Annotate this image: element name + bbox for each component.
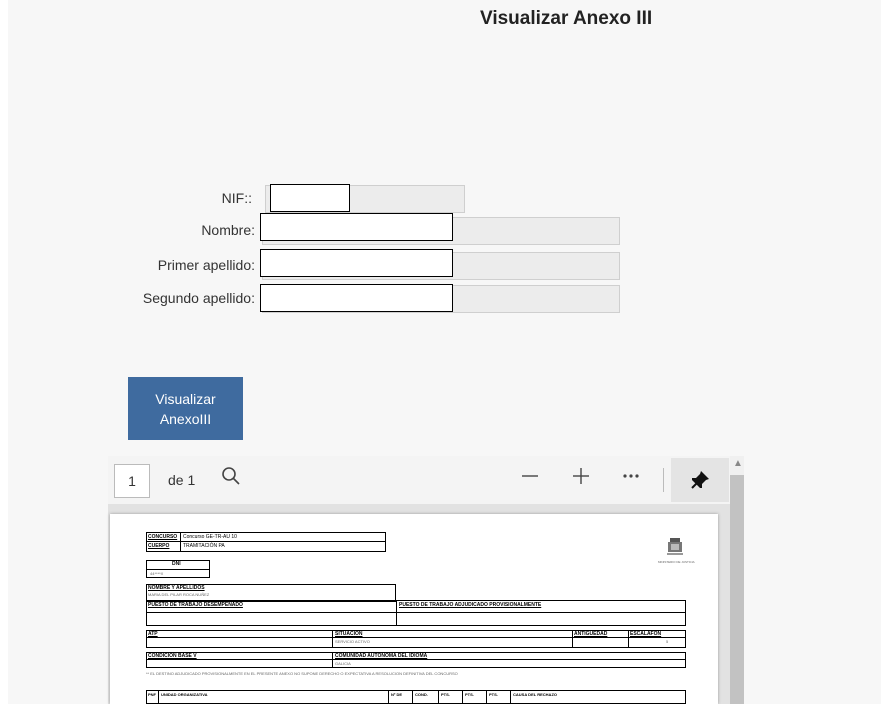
divider — [146, 659, 686, 660]
page-number-input[interactable]: 1 — [114, 464, 150, 498]
divider — [628, 630, 629, 648]
toolbar-separator — [663, 468, 664, 492]
nota-text: ** EL DESTINO ADJUDICADO PROVISIONALMENT… — [146, 671, 458, 676]
table-header-cell: PTS. — [441, 692, 450, 697]
dni-label: DNI — [172, 561, 181, 567]
primer-apellido-field[interactable] — [260, 249, 453, 277]
coat-of-arms-logo — [665, 536, 685, 563]
table-header-cell: COND. — [415, 692, 428, 697]
table-header-cell: PTS. — [465, 692, 474, 697]
divider — [146, 612, 686, 613]
concurso-box — [146, 532, 386, 552]
divider — [438, 690, 439, 704]
dni-value: 44****X — [150, 571, 164, 576]
puesto-desempenado-label: PUESTO DE TRABAJO DESEMPEÑADO — [148, 602, 243, 608]
divider — [146, 569, 210, 570]
search-icon[interactable] — [221, 466, 241, 494]
divider — [146, 637, 686, 638]
concurso-label: CONCURSO — [148, 534, 178, 540]
nombre-field[interactable] — [260, 213, 453, 241]
divider — [332, 630, 333, 648]
table-header-cell: Nº DE — [391, 692, 403, 697]
zoom-in-icon[interactable] — [571, 466, 591, 494]
divider — [572, 630, 573, 648]
pin-icon — [690, 470, 710, 495]
puesto-adjudicado-label: PUESTO DE TRABAJO ADJUDICADO PROVISIONAL… — [399, 602, 542, 608]
concurso-value: Concurso GE-TR-AU 10 — [183, 534, 237, 540]
pdf-toolbar: 1 de 1 — [108, 456, 730, 504]
more-icon[interactable] — [621, 466, 641, 494]
button-line-1: Visualizar — [155, 390, 216, 407]
table-header-cell: CAUSA DEL RECHAZO — [513, 692, 558, 697]
escalafon-value: 5 — [666, 639, 669, 644]
button-line-2: AnexoIII — [159, 410, 212, 427]
page-title: Visualizar Anexo III — [480, 8, 653, 29]
divider — [462, 690, 463, 704]
ministry-label: MINISTERIO DE JUSTICIA — [658, 560, 695, 564]
condicion-label: CONDICION BASE V — [148, 653, 197, 659]
comunidad-value: GALICIA — [335, 661, 351, 666]
nif-label: NIF:: — [221, 190, 252, 206]
page-count-label: de 1 — [168, 472, 196, 488]
pdf-page: CONCURSO Concurso GE-TR-AU 10 CUERPO TRA… — [110, 514, 718, 704]
nif-field[interactable] — [270, 184, 350, 212]
viewer-scroll-thumb[interactable] — [730, 475, 744, 704]
situacion-value: SERVICIO ACTIVO — [335, 639, 370, 644]
escalafon-label: ESCALAFON — [630, 631, 662, 637]
nombre-apellidos-value: MARIA DEL PILAR ROCA NUÑEZ — [148, 592, 210, 597]
nombre-label: Nombre: — [201, 222, 255, 238]
pdf-viewer: 1 de 1 CONCURSO Concurso GE-TR-AU 10 CUE… — [108, 456, 730, 704]
nombre-apellidos-label: NOMBRE Y APELLIDOS — [148, 585, 205, 591]
divider — [146, 541, 386, 542]
antiguedad-label: ANTIGUEDAD — [574, 631, 608, 637]
divider — [388, 690, 389, 704]
divider — [332, 652, 333, 668]
divider — [180, 532, 181, 552]
table-header-cell: PNF — [148, 692, 156, 697]
divider — [412, 690, 413, 704]
comunidad-label: COMUNIDAD AUTONOMA DEL IDIOMA — [335, 653, 428, 659]
atp-label: ATP — [148, 631, 158, 637]
zoom-out-icon[interactable] — [520, 466, 540, 494]
table-header-cell: UNIDAD ORGANIZATIVA — [161, 692, 208, 697]
divider — [510, 690, 511, 704]
scroll-up-icon[interactable]: ▲ — [733, 458, 743, 469]
segundo-apellido-label: Segundo apellido: — [142, 290, 255, 306]
situacion-label: SITUACION — [335, 631, 363, 637]
visualizar-anexo-button[interactable]: Visualizar AnexoIII — [128, 377, 243, 440]
pin-button[interactable] — [671, 458, 729, 502]
table-header-cell: PTS. — [489, 692, 498, 697]
divider — [396, 600, 397, 626]
primer-apellido-label: Primer apellido: — [157, 257, 255, 273]
segundo-apellido-field[interactable] — [260, 284, 453, 312]
divider — [486, 690, 487, 704]
cuerpo-value: TRAMITACIÓN PA — [183, 543, 225, 549]
divider — [158, 690, 159, 704]
cuerpo-label: CUERPO — [148, 543, 170, 549]
